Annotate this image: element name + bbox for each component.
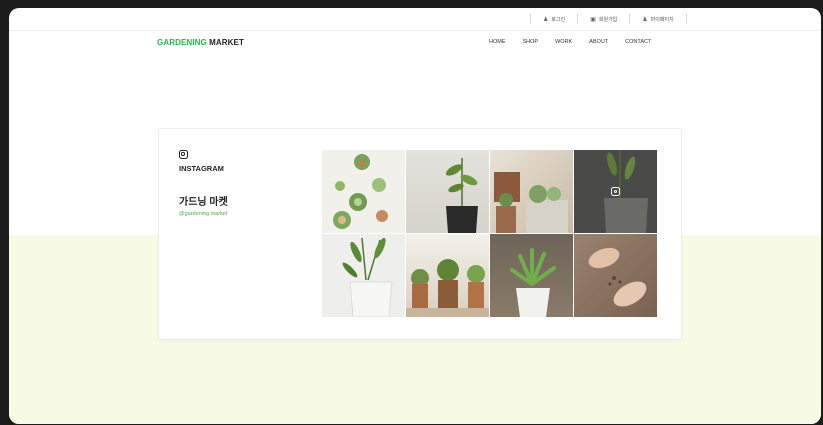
login-label: 로그인 (551, 16, 566, 23)
instagram-photo-grid (322, 150, 657, 317)
site-logo[interactable]: GARDENING MARKET (157, 38, 244, 47)
login-link[interactable]: ♟ 로그인 (531, 16, 577, 23)
instagram-photo[interactable] (406, 234, 489, 317)
nav-about[interactable]: ABOUT (589, 39, 608, 45)
brand-name: 가드닝 마켓 (179, 197, 228, 208)
instagram-photo[interactable] (490, 234, 573, 317)
utility-divider (685, 14, 687, 24)
signup-label: 회원가입 (598, 16, 618, 23)
nav-work[interactable]: WORK (555, 39, 572, 45)
instagram-section-label: INSTAGRAM (179, 164, 224, 173)
utility-bar: ♟ 로그인 ▣ 회원가입 ♟ 마이페이지 (9, 8, 821, 31)
logo-market: MARKET (209, 38, 244, 47)
instagram-overlay-icon (611, 187, 620, 196)
instagram-photo[interactable] (322, 150, 405, 233)
nav-shop[interactable]: SHOP (523, 39, 539, 45)
instagram-handle-link[interactable]: @gardening.market (179, 211, 227, 217)
signup-link[interactable]: ▣ 회원가입 (578, 16, 629, 23)
instagram-icon (179, 150, 188, 159)
logo-gardening: GARDENING (157, 38, 207, 47)
instagram-photo[interactable] (490, 150, 573, 233)
user-icon: ♟ (543, 16, 549, 23)
instagram-photo[interactable] (322, 234, 405, 317)
mypage-link[interactable]: ♟ 마이페이지 (630, 16, 685, 23)
nav-contact[interactable]: CONTACT (625, 39, 651, 45)
browser-screen: ♟ 로그인 ▣ 회원가입 ♟ 마이페이지 GARDENING MARKET HO… (9, 8, 821, 424)
person-icon: ♟ (642, 16, 648, 23)
main-nav: HOME SHOP WORK ABOUT CONTACT (489, 39, 651, 45)
mypage-label: 마이페이지 (650, 16, 674, 23)
instagram-card: INSTAGRAM 가드닝 마켓 @gardening.market (158, 128, 682, 340)
id-card-icon: ▣ (590, 16, 596, 23)
instagram-photo[interactable] (574, 150, 657, 233)
nav-home[interactable]: HOME (489, 39, 506, 45)
utility-links: ♟ 로그인 ▣ 회원가입 ♟ 마이페이지 (530, 8, 687, 30)
instagram-photo[interactable] (574, 234, 657, 317)
instagram-photo[interactable] (406, 150, 489, 233)
